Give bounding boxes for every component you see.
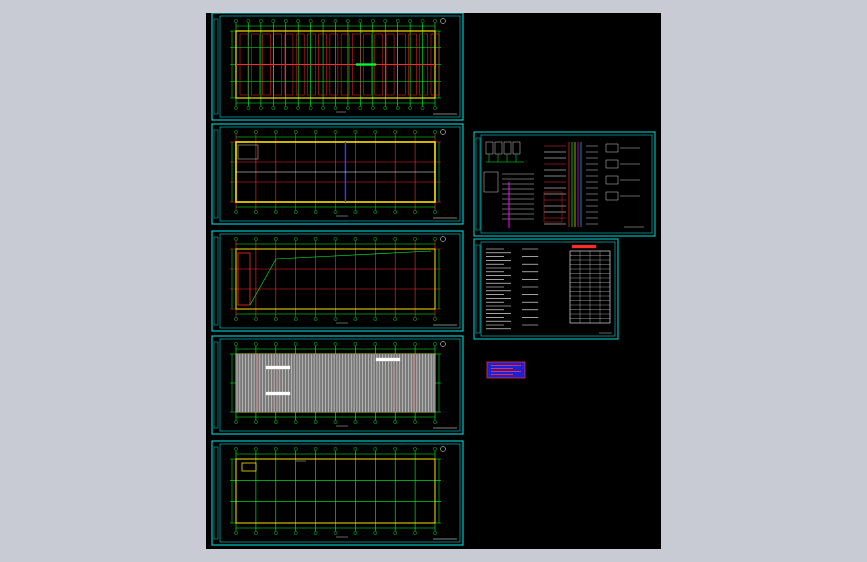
title-stamp	[486, 361, 526, 379]
sheet-plan-3	[211, 230, 464, 332]
drawing-sheets-svg	[211, 13, 656, 546]
sheet-plan-1	[211, 13, 464, 121]
sheet-plan-2	[211, 123, 464, 225]
sheet-plan-5	[211, 440, 464, 546]
sheet-plan-4	[211, 335, 464, 435]
cad-drawing-canvas[interactable]	[206, 13, 661, 549]
sheet-notes-table	[473, 238, 619, 340]
sheet-system-diagram	[473, 131, 656, 237]
